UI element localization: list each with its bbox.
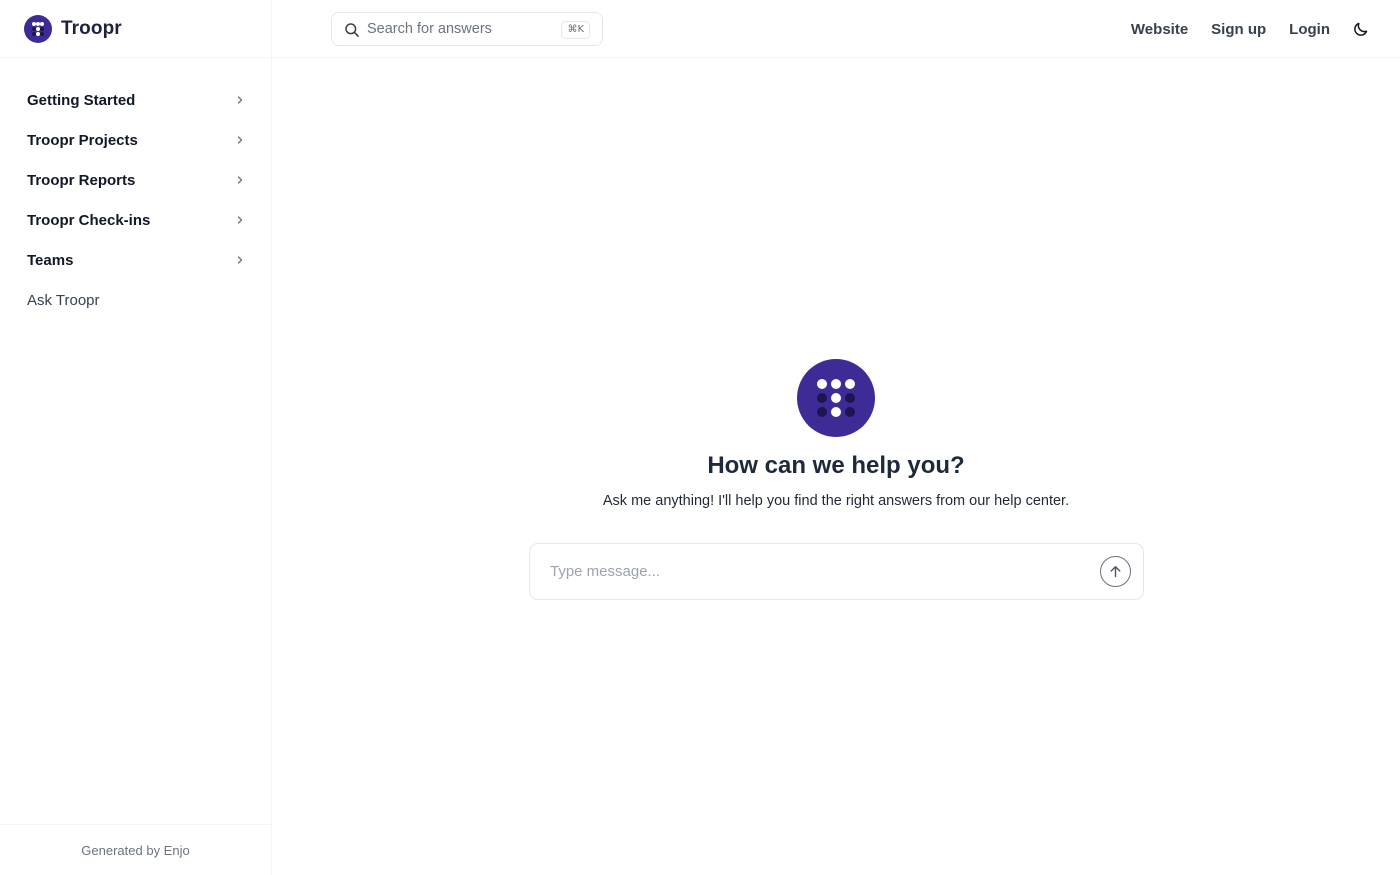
sidebar-item-label: Getting Started (27, 91, 136, 109)
arrow-up-icon (1110, 566, 1121, 578)
search-placeholder: Search for answers (367, 21, 492, 37)
sidebar: Getting Started Troopr Projects Troopr R… (0, 58, 272, 875)
chevron-right-icon (237, 176, 243, 184)
sidebar-item-teams[interactable]: Teams (0, 240, 271, 280)
sidebar-item-getting-started[interactable]: Getting Started (0, 80, 271, 120)
login-link[interactable]: Login (1289, 21, 1330, 38)
sidebar-item-label: Troopr Reports (27, 171, 136, 189)
header-nav: Website Sign up Login (1108, 0, 1370, 58)
page-subtitle: Ask me anything! I'll help you find the … (602, 493, 1070, 509)
sidebar-item-label: Teams (27, 251, 74, 269)
chevron-right-icon (237, 256, 243, 264)
sidebar-item-label: Ask Troopr (27, 291, 100, 309)
moon-icon[interactable] (1352, 20, 1370, 38)
chevron-right-icon (237, 96, 243, 104)
signup-link[interactable]: Sign up (1211, 21, 1266, 38)
chat-composer (529, 543, 1144, 600)
sidebar-item-troopr-projects[interactable]: Troopr Projects (0, 120, 271, 160)
sidebar-item-troopr-reports[interactable]: Troopr Reports (0, 160, 271, 200)
troopr-logo-icon (797, 359, 875, 437)
search-icon (345, 23, 359, 37)
sidebar-footer: Generated by Enjo (0, 824, 271, 875)
top-header: Troopr Search for answers ⌘K Website Sig… (0, 0, 1400, 58)
send-button[interactable] (1100, 556, 1131, 587)
sidebar-item-troopr-check-ins[interactable]: Troopr Check-ins (0, 200, 271, 240)
troopr-logo-icon (24, 15, 52, 43)
message-input[interactable] (531, 545, 1091, 598)
search-shortcut-badge: ⌘K (561, 21, 590, 39)
brand-home-link[interactable]: Troopr (24, 15, 122, 43)
chevron-right-icon (237, 136, 243, 144)
chevron-right-icon (237, 216, 243, 224)
page-title: How can we help you? (707, 452, 965, 479)
search-input[interactable]: Search for answers ⌘K (331, 12, 603, 46)
generated-by-text[interactable]: Generated by Enjo (81, 843, 189, 858)
brand-name: Troopr (61, 18, 122, 39)
sidebar-item-ask-troopr[interactable]: Ask Troopr (0, 280, 271, 320)
app: Troopr Search for answers ⌘K Website Sig… (0, 0, 1400, 875)
sidebar-item-label: Troopr Projects (27, 131, 138, 149)
main-content: How can we help you? Ask me anything! I'… (272, 58, 1400, 875)
website-link[interactable]: Website (1131, 21, 1188, 38)
sidebar-nav: Getting Started Troopr Projects Troopr R… (0, 80, 271, 320)
header-divider (271, 0, 272, 58)
sidebar-item-label: Troopr Check-ins (27, 211, 151, 229)
